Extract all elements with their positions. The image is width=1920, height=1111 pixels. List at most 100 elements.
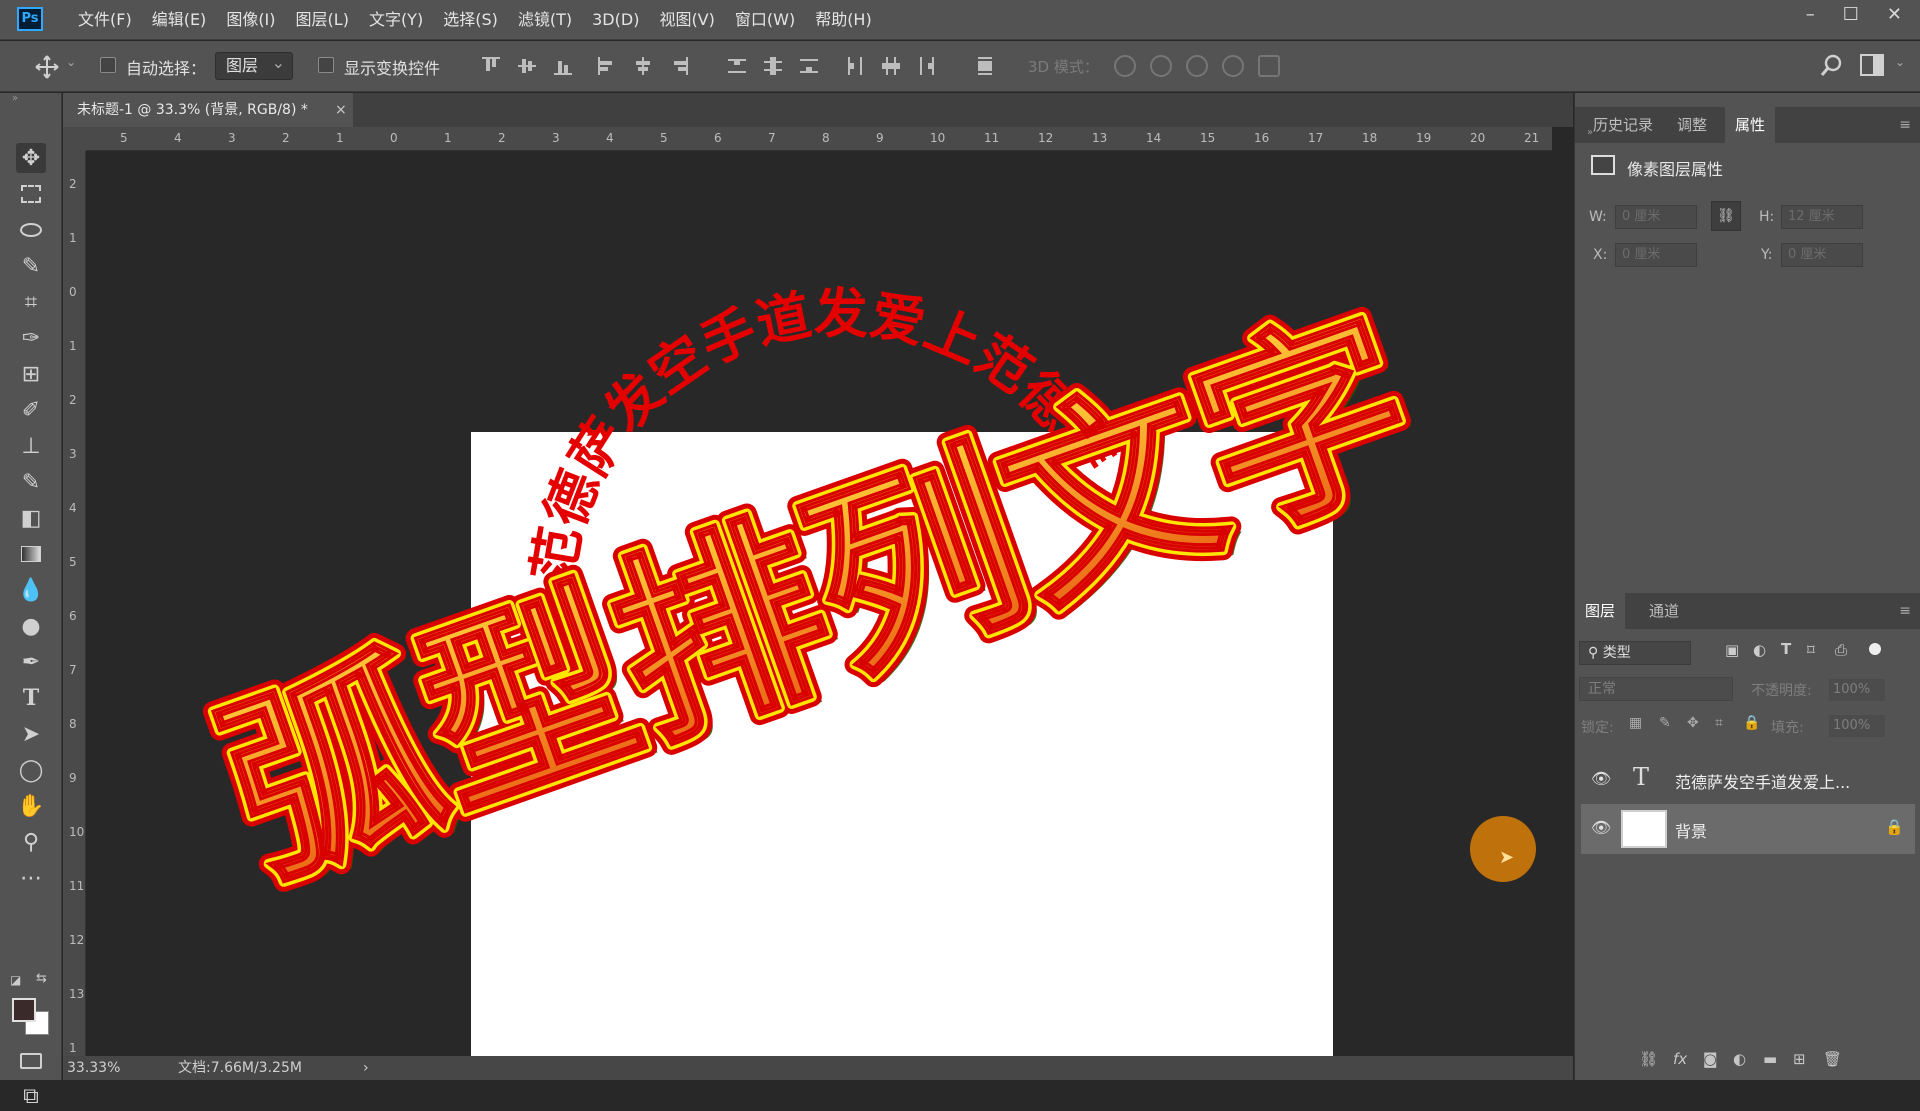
close-button[interactable]: ✕: [1887, 4, 1902, 25]
align-right-icon[interactable]: [670, 57, 688, 75]
add-mask-icon[interactable]: ◙: [1703, 1050, 1718, 1068]
ellipse-tool-icon[interactable]: ◯: [16, 755, 46, 785]
history-brush-tool-icon[interactable]: ✎: [16, 467, 46, 497]
filter-pixel-icon[interactable]: ▣: [1725, 641, 1739, 659]
hand-tool-icon[interactable]: ✋: [16, 791, 46, 821]
rectangular-marquee-tool-icon[interactable]: [16, 179, 46, 209]
layer-name[interactable]: 范德萨发空手道发爱上...: [1675, 769, 1850, 793]
tab-channels[interactable]: 通道: [1639, 593, 1689, 629]
lock-transparent-icon[interactable]: ▦: [1629, 715, 1642, 731]
tab-history[interactable]: 历史记录: [1583, 107, 1663, 143]
horizontal-ruler[interactable]: 5 4 3 2 1 0 1 2 3 4 5 6 7 8 9 10 11 12 13 14 15 16 17 18 19 20 21: [86, 127, 1552, 151]
menu-view[interactable]: 视图(V): [649, 9, 724, 31]
screen-mode-icon[interactable]: ⧉: [16, 1081, 46, 1111]
link-dimensions-icon[interactable]: ⛓: [1711, 201, 1741, 231]
default-colors-icon[interactable]: ◪: [10, 973, 21, 987]
foreground-color-swatch[interactable]: [12, 998, 36, 1022]
filter-type-icon[interactable]: T: [1781, 640, 1791, 658]
more-tools-icon[interactable]: ⋯: [16, 863, 46, 893]
menu-layer[interactable]: 图层(L): [286, 9, 359, 31]
tab-layers[interactable]: 图层: [1575, 593, 1626, 629]
auto-select-target-dropdown[interactable]: 图层: [215, 50, 293, 80]
tab-adjustments[interactable]: 调整: [1667, 107, 1717, 143]
visibility-eye-icon[interactable]: 👁: [1591, 769, 1611, 788]
tool-preset-chevron-icon[interactable]: ⌄: [66, 55, 76, 69]
align-bottom-icon[interactable]: [554, 57, 572, 75]
menu-filter[interactable]: 滤镜(T): [508, 9, 582, 31]
align-left-icon[interactable]: [598, 57, 616, 75]
document-tab-close-icon[interactable]: ×: [335, 93, 347, 127]
panel-collapse-icon[interactable]: »: [1587, 127, 1593, 138]
new-group-icon[interactable]: ▬: [1763, 1050, 1777, 1068]
visibility-eye-icon[interactable]: 👁: [1591, 818, 1611, 837]
menu-image[interactable]: 图像(I): [216, 9, 285, 31]
menu-3d[interactable]: 3D(D): [582, 9, 649, 31]
filter-toggle-icon[interactable]: [1869, 643, 1881, 655]
menu-type[interactable]: 文字(Y): [359, 9, 433, 31]
minimize-button[interactable]: –: [1806, 4, 1815, 25]
filter-adjustment-icon[interactable]: ◐: [1753, 641, 1766, 659]
height-field[interactable]: 12 厘米: [1781, 205, 1863, 229]
distribute-vertical-center-icon[interactable]: [764, 57, 782, 75]
layer-row[interactable]: 👁 T 范德萨发空手道发爱上...: [1581, 757, 1915, 803]
blend-mode-dropdown[interactable]: 正常: [1579, 677, 1733, 701]
layer-name[interactable]: 背景: [1675, 818, 1707, 842]
auto-align-layers-icon[interactable]: [976, 57, 994, 75]
layer-row[interactable]: 👁 背景 🔒: [1581, 804, 1915, 854]
zoom-level[interactable]: 33.33%: [67, 1056, 120, 1080]
swap-colors-icon[interactable]: ⇆: [36, 971, 47, 986]
align-horizontal-center-icon[interactable]: [634, 57, 652, 75]
tab-properties[interactable]: 属性: [1725, 107, 1776, 143]
dodge-tool-icon[interactable]: ●: [16, 611, 46, 641]
type-tool-icon[interactable]: T: [16, 683, 46, 713]
move-tool-icon[interactable]: ✥: [16, 143, 46, 173]
path-selection-tool-icon[interactable]: ➤: [16, 719, 46, 749]
menu-edit[interactable]: 编辑(E): [142, 9, 217, 31]
distribute-left-icon[interactable]: [846, 57, 864, 75]
lock-position-icon[interactable]: ✥: [1687, 715, 1699, 731]
maximize-button[interactable]: ☐: [1843, 4, 1859, 25]
status-menu-arrow-icon[interactable]: ›: [363, 1056, 369, 1080]
menu-select[interactable]: 选择(S): [433, 9, 508, 31]
vertical-ruler[interactable]: 2 1 0 1 2 3 4 5 6 7 8 9 10 11 12 13 1: [63, 151, 86, 1056]
menu-window[interactable]: 窗口(W): [725, 9, 805, 31]
align-top-icon[interactable]: [482, 57, 500, 75]
layer-style-icon[interactable]: fx: [1673, 1050, 1687, 1068]
filter-shape-icon[interactable]: ⌑: [1807, 641, 1815, 659]
eyedropper-tool-icon[interactable]: ✑: [16, 323, 46, 353]
search-icon[interactable]: [1820, 53, 1844, 77]
eraser-tool-icon[interactable]: ◧: [16, 503, 46, 533]
gradient-tool-icon[interactable]: [16, 539, 46, 569]
workspace-icon[interactable]: [1860, 54, 1884, 76]
toolbar-collapse-icon[interactable]: »: [12, 93, 18, 104]
move-tool-icon[interactable]: [34, 54, 60, 80]
distribute-horizontal-center-icon[interactable]: [882, 57, 900, 75]
blur-tool-icon[interactable]: 💧: [16, 575, 46, 605]
delete-layer-icon[interactable]: 🗑: [1823, 1050, 1842, 1068]
lock-artboard-icon[interactable]: ⌗: [1715, 715, 1723, 731]
quick-mask-icon[interactable]: [16, 1046, 46, 1076]
x-field[interactable]: 0 厘米: [1615, 243, 1697, 267]
filter-smart-object-icon[interactable]: ⎙: [1835, 641, 1847, 659]
distribute-bottom-icon[interactable]: [800, 57, 818, 75]
pen-tool-icon[interactable]: ✒: [16, 647, 46, 677]
crop-tool-icon[interactable]: ⌗: [16, 287, 46, 317]
align-vertical-center-icon[interactable]: [518, 57, 536, 75]
layer-filter-dropdown[interactable]: ⚲ 类型: [1579, 641, 1691, 665]
new-adjustment-layer-icon[interactable]: ◐: [1733, 1050, 1746, 1068]
document-tab[interactable]: 未标题-1 @ 33.3% (背景, RGB/8) *: [63, 93, 353, 127]
menu-help[interactable]: 帮助(H): [805, 9, 882, 31]
ruler-origin[interactable]: [63, 127, 86, 151]
canvas-area[interactable]: 范德萨发空手道发爱上范德萨 弧型排列文字 弧型排列文字 弧型排列文字 弧型排列文…: [86, 151, 1552, 1079]
lock-pixels-icon[interactable]: ✎: [1659, 715, 1671, 731]
layers-panel-menu-icon[interactable]: ≡: [1899, 603, 1911, 619]
y-field[interactable]: 0 厘米: [1781, 243, 1863, 267]
width-field[interactable]: 0 厘米: [1615, 205, 1697, 229]
fill-field[interactable]: 100%: [1829, 715, 1885, 737]
distribute-right-icon[interactable]: [918, 57, 936, 75]
quick-selection-tool-icon[interactable]: ✎: [16, 251, 46, 281]
opacity-field[interactable]: 100%: [1829, 679, 1885, 701]
brush-tool-icon[interactable]: ✐: [16, 395, 46, 425]
link-layers-icon[interactable]: ⛓: [1639, 1050, 1658, 1068]
zoom-tool-icon[interactable]: ⚲: [16, 827, 46, 857]
